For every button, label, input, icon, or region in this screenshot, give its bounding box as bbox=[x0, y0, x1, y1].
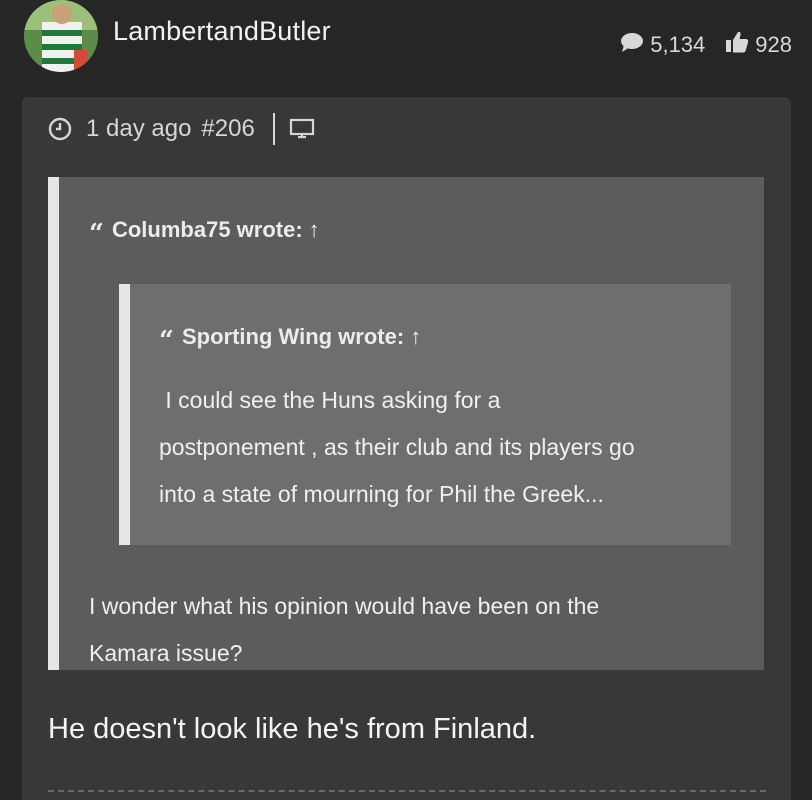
post-time[interactable]: 1 day ago bbox=[86, 115, 191, 143]
quote-header: “ Columba75 wrote: ↑ bbox=[89, 217, 320, 247]
nested-quote-author[interactable]: Sporting Wing wrote: bbox=[182, 324, 404, 350]
nested-quote-text: I could see the Huns asking for a postpo… bbox=[159, 377, 729, 518]
avatar[interactable] bbox=[24, 0, 98, 72]
like-count: 928 bbox=[725, 30, 792, 60]
username[interactable]: LambertandButler bbox=[113, 16, 331, 47]
like-count-value: 928 bbox=[755, 32, 792, 57]
post-header: LambertandButler 5,134 928 bbox=[0, 0, 812, 96]
text-line: I could see the Huns asking for a bbox=[159, 387, 501, 413]
clock-icon bbox=[48, 117, 72, 141]
meta-divider bbox=[272, 113, 275, 145]
post-meta: 1 day ago #206 bbox=[48, 113, 315, 145]
text-line: into a state of mourning for Phil the Gr… bbox=[159, 481, 604, 507]
text-line: I wonder what his opinion would have bee… bbox=[89, 593, 600, 619]
quote-block: “ Columba75 wrote: ↑ “ Sporting Wing wro… bbox=[48, 177, 764, 670]
user-stats: 5,134 928 bbox=[620, 30, 792, 60]
jump-to-quote-icon[interactable]: ↑ bbox=[410, 324, 421, 350]
jump-to-quote-icon[interactable]: ↑ bbox=[309, 217, 320, 243]
text-line: postponement , as their club and its pla… bbox=[159, 434, 635, 460]
post-separator bbox=[48, 790, 766, 792]
post-body-text: He doesn't look like he's from Finland. bbox=[48, 713, 537, 745]
desktop-icon bbox=[289, 117, 315, 141]
quote-icon: “ bbox=[159, 326, 174, 356]
quote-text: I wonder what his opinion would have bee… bbox=[89, 583, 729, 677]
quote-icon: “ bbox=[89, 219, 104, 249]
post-number[interactable]: #206 bbox=[201, 115, 254, 143]
quote-author[interactable]: Columba75 wrote: bbox=[112, 217, 303, 243]
post-count: 5,134 bbox=[620, 31, 705, 59]
nested-quote-header: “ Sporting Wing wrote: ↑ bbox=[159, 324, 421, 354]
nested-quote-block: “ Sporting Wing wrote: ↑ I could see the… bbox=[119, 284, 731, 545]
thumbs-up-icon bbox=[725, 30, 755, 60]
post-card: 1 day ago #206 “ Columba75 wrote: ↑ “ Sp… bbox=[22, 97, 791, 800]
text-line: Kamara issue? bbox=[89, 640, 243, 666]
post-count-value: 5,134 bbox=[650, 32, 706, 57]
speech-bubble-icon bbox=[620, 31, 650, 59]
